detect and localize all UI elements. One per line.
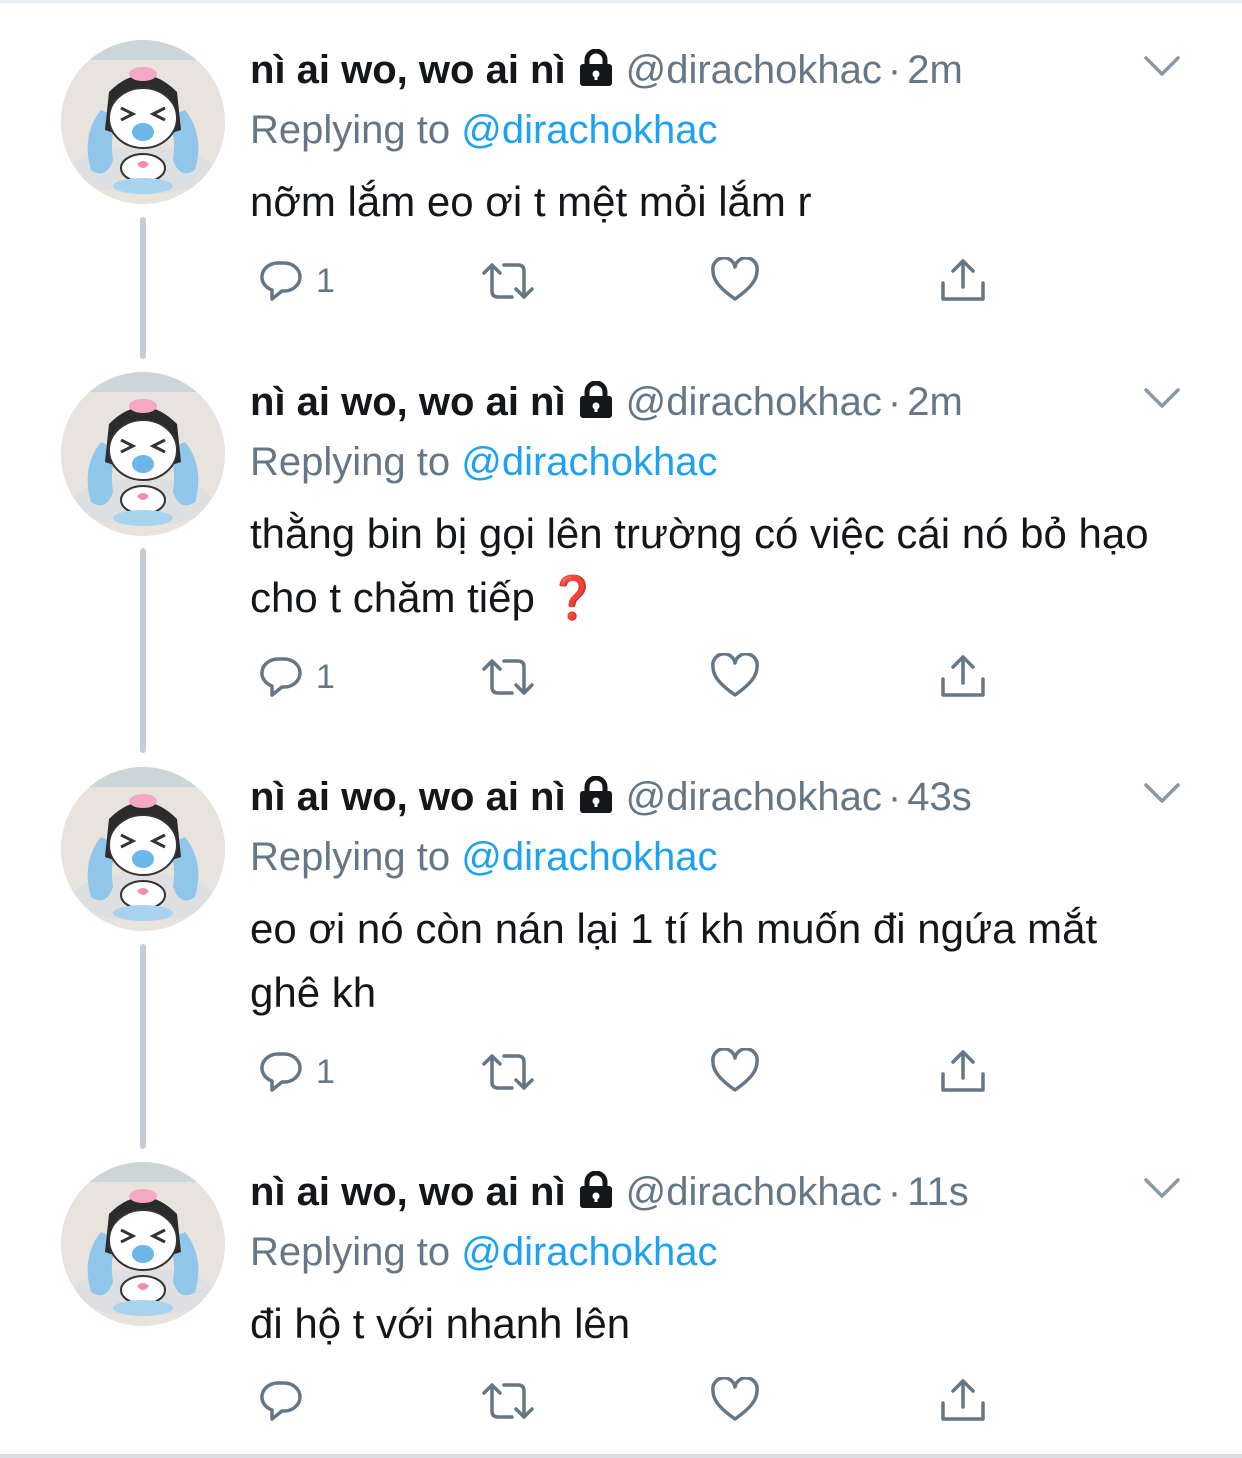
avatar[interactable] bbox=[61, 40, 225, 204]
handle[interactable]: @dirachokhac bbox=[626, 48, 882, 92]
share-button[interactable] bbox=[938, 256, 988, 306]
reply-button[interactable]: 1 bbox=[256, 652, 335, 702]
chevron-down-icon[interactable] bbox=[1142, 1174, 1182, 1209]
tweet-header: nì ai wo, wo ai nì @dirachokhac · 11s bbox=[250, 1166, 969, 1218]
reply-count: 1 bbox=[316, 657, 335, 696]
like-button[interactable] bbox=[710, 256, 760, 306]
share-icon bbox=[941, 1050, 985, 1092]
bottom-divider bbox=[0, 1454, 1242, 1458]
handle[interactable]: @dirachokhac bbox=[626, 1170, 882, 1214]
retweet-button[interactable] bbox=[480, 1376, 536, 1426]
reply-button[interactable]: 1 bbox=[256, 256, 335, 306]
display-name[interactable]: nì ai wo, wo ai nì bbox=[250, 48, 566, 92]
tweet-text: eo ơi nó còn nán lại 1 tí kh muốn đi ngứ… bbox=[250, 905, 1098, 1016]
retweet-icon bbox=[482, 1383, 534, 1419]
display-name[interactable]: nì ai wo, wo ai nì bbox=[250, 775, 566, 819]
heart-icon bbox=[711, 653, 759, 697]
action-bar: 1 bbox=[250, 256, 1010, 306]
display-name[interactable]: nì ai wo, wo ai nì bbox=[250, 1170, 566, 1214]
chevron-down-icon[interactable] bbox=[1142, 384, 1182, 419]
avatar[interactable] bbox=[61, 1162, 225, 1326]
like-button[interactable] bbox=[710, 1376, 760, 1426]
replying-to-label: Replying to bbox=[250, 835, 462, 879]
share-button[interactable] bbox=[938, 652, 988, 702]
share-button[interactable] bbox=[938, 1047, 988, 1097]
heart-icon bbox=[711, 257, 759, 301]
mention-link[interactable]: @dirachokhac bbox=[461, 835, 717, 879]
tweet-header: nì ai wo, wo ai nì @dirachokhac · 43s bbox=[250, 771, 972, 823]
lock-icon bbox=[576, 775, 616, 827]
like-button[interactable] bbox=[710, 1047, 760, 1097]
replying-to-label: Replying to bbox=[250, 108, 462, 152]
tweet-text: thằng bin bị gọi lên trường có việc cái … bbox=[250, 510, 1149, 621]
retweet-button[interactable] bbox=[480, 652, 536, 702]
reply-icon bbox=[260, 1052, 302, 1092]
share-icon bbox=[941, 655, 985, 697]
share-icon bbox=[941, 259, 985, 301]
handle[interactable]: @dirachokhac bbox=[626, 380, 882, 424]
tweet-text: đi hộ t với nhanh lên bbox=[250, 1300, 631, 1347]
separator-dot: · bbox=[887, 48, 902, 92]
share-icon bbox=[941, 1379, 985, 1421]
reply-button[interactable]: 1 bbox=[256, 1047, 335, 1097]
like-button[interactable] bbox=[710, 652, 760, 702]
handle[interactable]: @dirachokhac bbox=[626, 775, 882, 819]
reply-icon bbox=[260, 1381, 302, 1421]
lock-icon bbox=[576, 380, 616, 432]
tweet-header: nì ai wo, wo ai nì @dirachokhac · 2m bbox=[250, 44, 963, 96]
action-bar: 1 bbox=[250, 1047, 1010, 1097]
mention-link[interactable]: @dirachokhac bbox=[461, 440, 717, 484]
timestamp[interactable]: 2m bbox=[907, 48, 963, 92]
tweet-header: nì ai wo, wo ai nì @dirachokhac · 2m bbox=[250, 376, 963, 428]
replying-to-label: Replying to bbox=[250, 440, 462, 484]
heart-icon bbox=[711, 1048, 759, 1092]
retweet-icon bbox=[482, 263, 534, 299]
timestamp[interactable]: 43s bbox=[907, 775, 972, 819]
separator-dot: · bbox=[887, 1170, 902, 1214]
retweet-button[interactable] bbox=[480, 1047, 536, 1097]
mention-link[interactable]: @dirachokhac bbox=[461, 1230, 717, 1274]
timestamp[interactable]: 11s bbox=[907, 1170, 969, 1214]
reply-icon bbox=[260, 657, 302, 697]
display-name[interactable]: nì ai wo, wo ai nì bbox=[250, 380, 566, 424]
mention-link[interactable]: @dirachokhac bbox=[461, 108, 717, 152]
lock-icon bbox=[576, 1170, 616, 1222]
replying-to-label: Replying to bbox=[250, 1230, 462, 1274]
action-bar bbox=[250, 1376, 1010, 1426]
thread-line bbox=[140, 944, 146, 1149]
thread-line bbox=[140, 217, 146, 359]
retweet-button[interactable] bbox=[480, 256, 536, 306]
retweet-icon bbox=[482, 659, 534, 695]
replying-to: Replying to @dirachokhac bbox=[250, 831, 718, 883]
chevron-down-icon[interactable] bbox=[1142, 779, 1182, 814]
reply-button[interactable] bbox=[256, 1376, 316, 1426]
heart-icon bbox=[711, 1377, 759, 1421]
chevron-down-icon[interactable] bbox=[1142, 52, 1182, 87]
separator-dot: · bbox=[887, 775, 902, 819]
retweet-icon bbox=[482, 1054, 534, 1090]
share-button[interactable] bbox=[938, 1376, 988, 1426]
timestamp[interactable]: 2m bbox=[907, 380, 963, 424]
avatar[interactable] bbox=[61, 767, 225, 931]
replying-to: Replying to @dirachokhac bbox=[250, 104, 718, 156]
lock-icon bbox=[576, 48, 616, 100]
tweet-text: nỡm lắm eo ơi t mệt mỏi lắm r bbox=[250, 178, 812, 225]
thread-line bbox=[140, 548, 146, 753]
replying-to: Replying to @dirachokhac bbox=[250, 436, 718, 488]
reply-icon bbox=[260, 261, 302, 301]
reply-count: 1 bbox=[316, 261, 335, 300]
action-bar: 1 bbox=[250, 652, 1010, 702]
top-divider bbox=[0, 0, 1242, 3]
reply-count: 1 bbox=[316, 1052, 335, 1091]
separator-dot: · bbox=[887, 380, 902, 424]
avatar[interactable] bbox=[61, 372, 225, 536]
replying-to: Replying to @dirachokhac bbox=[250, 1226, 718, 1278]
